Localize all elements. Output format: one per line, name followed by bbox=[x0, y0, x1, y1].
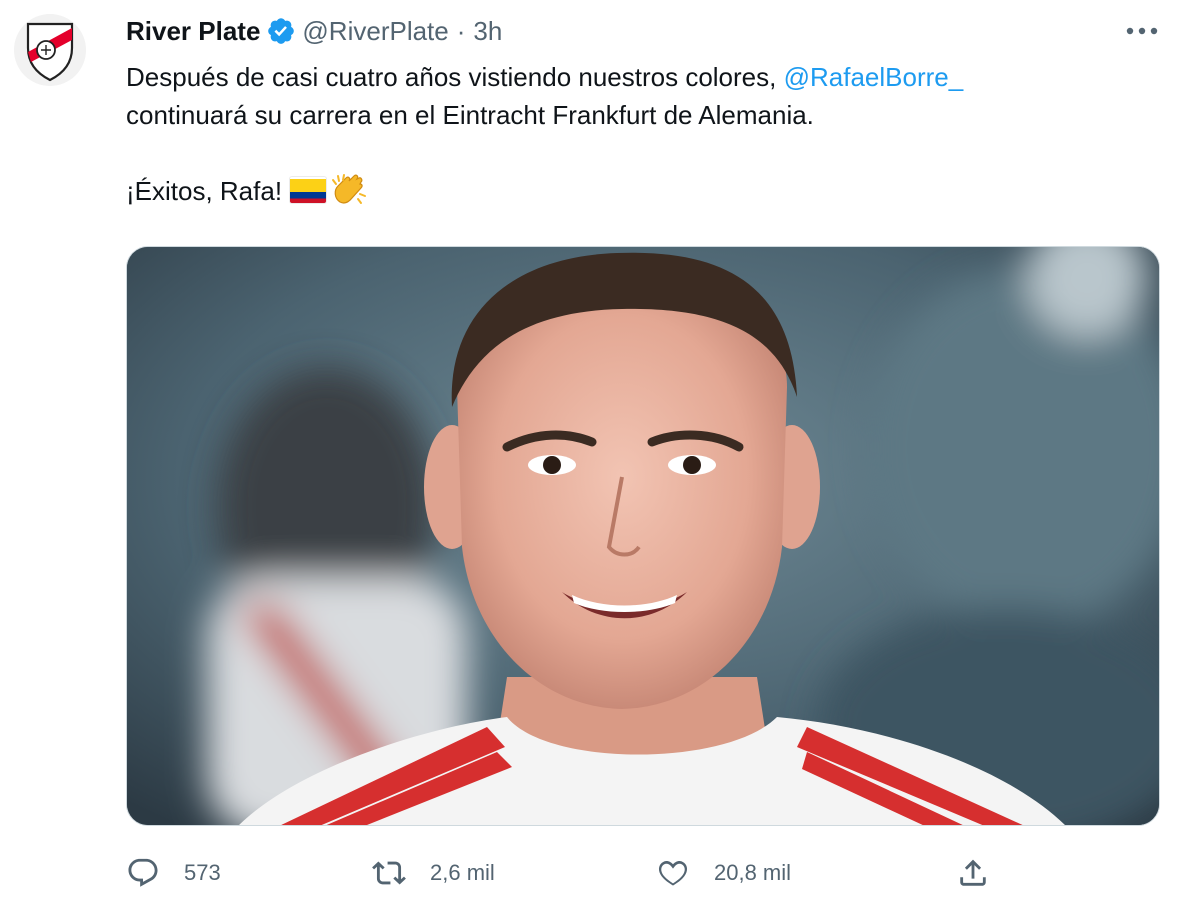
more-dots-icon bbox=[1126, 27, 1158, 35]
tweet-text-part-1: Después de casi cuatro años vistiendo nu… bbox=[126, 62, 784, 92]
reply-button[interactable]: 573 bbox=[126, 848, 221, 898]
mention-link[interactable]: @RafaelBorre_ bbox=[784, 62, 964, 92]
retweet-icon bbox=[372, 861, 406, 885]
colombia-flag-emoji bbox=[290, 177, 327, 203]
reply-count: 573 bbox=[184, 860, 221, 885]
tweet-header: River Plate @RiverPlate · 3h bbox=[126, 14, 502, 48]
avatar[interactable] bbox=[14, 14, 86, 86]
heart-icon bbox=[658, 860, 688, 886]
tweet-media-image[interactable] bbox=[126, 246, 1160, 826]
tweet-actions: 573 2,6 mil 20,8 mil bbox=[126, 848, 1006, 898]
river-plate-crest-icon bbox=[14, 14, 86, 86]
share-button[interactable] bbox=[956, 848, 990, 898]
author-display-name[interactable]: River Plate bbox=[126, 16, 260, 47]
retweet-count: 2,6 mil bbox=[430, 860, 495, 885]
reply-icon bbox=[128, 858, 158, 887]
tweet-text-part-3: ¡Éxitos, Rafa! bbox=[126, 176, 283, 206]
separator-dot: · bbox=[456, 15, 466, 46]
tweet-text-line-3: ¡Éxitos, Rafa! bbox=[126, 172, 1166, 210]
tweet-text-line-1: Después de casi cuatro años vistiendo nu… bbox=[126, 58, 1166, 96]
share-icon bbox=[960, 859, 986, 886]
clapping-hands-emoji bbox=[332, 174, 367, 204]
tweet-text-line-2: continuará su carrera en el Eintracht Fr… bbox=[126, 100, 814, 130]
retweet-button[interactable]: 2,6 mil bbox=[372, 848, 495, 898]
player-photo bbox=[127, 247, 1159, 825]
author-handle[interactable]: @RiverPlate bbox=[302, 16, 448, 47]
tweet: River Plate @RiverPlate · 3h Después de … bbox=[0, 0, 1200, 922]
tweet-text: Después de casi cuatro años vistiendo nu… bbox=[126, 58, 1166, 210]
verified-badge-icon bbox=[268, 18, 295, 44]
like-button[interactable]: 20,8 mil bbox=[656, 848, 791, 898]
tweet-timestamp[interactable]: 3h bbox=[473, 16, 502, 47]
more-options-button[interactable] bbox=[1120, 14, 1164, 48]
like-count: 20,8 mil bbox=[714, 860, 792, 885]
